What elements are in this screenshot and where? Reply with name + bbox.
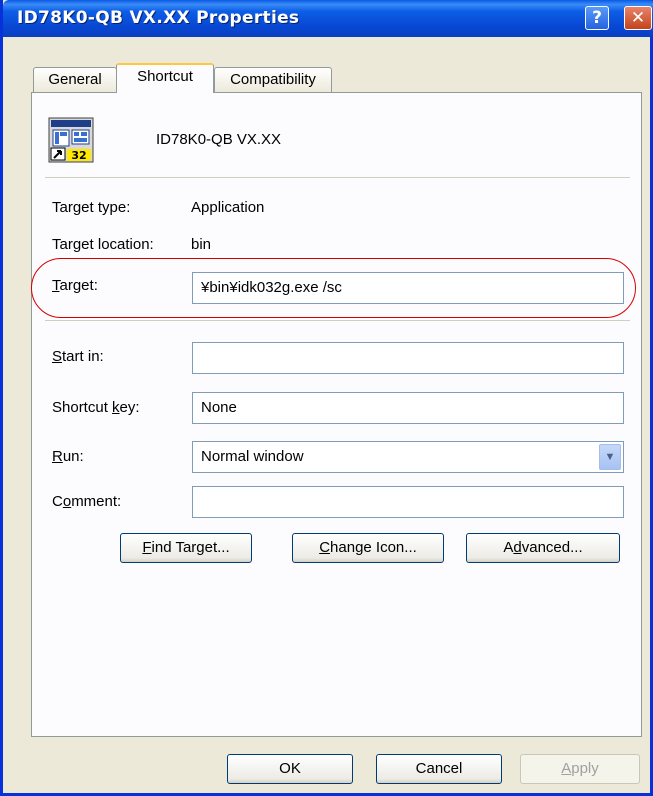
shortcut-tab-panel: 32 ID78K0-QB VX.XX Target type: Applicat… bbox=[31, 92, 642, 737]
shortcut-name: ID78K0-QB VX.XX bbox=[156, 131, 282, 148]
target-type-value: Application bbox=[191, 199, 265, 216]
advanced-button[interactable]: Advanced... bbox=[466, 533, 620, 563]
ok-button[interactable]: OK bbox=[227, 754, 353, 784]
cancel-button[interactable]: Cancel bbox=[376, 754, 502, 784]
run-label: Run: bbox=[52, 448, 84, 465]
icon-badge-text: 32 bbox=[71, 149, 86, 162]
find-target-button[interactable]: Find Target... bbox=[120, 533, 252, 563]
tab-general[interactable]: General bbox=[33, 67, 117, 93]
run-select-value: Normal window bbox=[201, 448, 304, 465]
close-button[interactable]: ✕ bbox=[624, 6, 652, 30]
target-label: Target: bbox=[52, 277, 98, 294]
comment-input[interactable] bbox=[192, 486, 624, 518]
help-button[interactable]: ? bbox=[585, 6, 609, 30]
window-title: ID78K0-QB VX.XX Properties bbox=[17, 8, 300, 28]
tab-compatibility[interactable]: Compatibility bbox=[214, 67, 332, 93]
target-type-label: Target type: bbox=[52, 199, 131, 216]
start-in-label: Start in: bbox=[52, 348, 104, 365]
shortcut-key-label: Shortcut key: bbox=[52, 399, 140, 416]
target-location-label: Target location: bbox=[52, 236, 154, 253]
target-location-value: bin bbox=[191, 236, 212, 253]
tab-shortcut[interactable]: Shortcut bbox=[116, 63, 214, 93]
target-input[interactable]: ¥bin¥idk032g.exe /sc bbox=[192, 272, 624, 304]
run-select[interactable]: Normal window ▼ bbox=[192, 441, 624, 473]
apply-button[interactable]: Apply bbox=[520, 754, 640, 784]
application-icon: 32 bbox=[48, 117, 94, 163]
comment-label: Comment: bbox=[52, 493, 122, 510]
separator bbox=[45, 320, 630, 321]
properties-dialog: ID78K0-QB VX.XX Properties ? ✕ General S… bbox=[0, 0, 653, 796]
separator bbox=[45, 177, 630, 178]
change-icon-button[interactable]: Change Icon... bbox=[292, 533, 444, 563]
start-in-input[interactable] bbox=[192, 342, 624, 374]
chevron-down-icon[interactable]: ▼ bbox=[599, 444, 621, 470]
shortcut-key-input[interactable]: None bbox=[192, 392, 624, 424]
title-bar[interactable]: ID78K0-QB VX.XX Properties ? ✕ bbox=[3, 0, 653, 37]
